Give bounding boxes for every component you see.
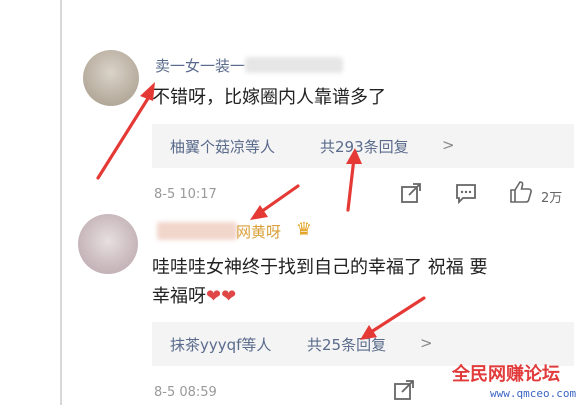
watermark-title: 全民网赚论坛 [452, 364, 560, 385]
arrow-2 [346, 156, 356, 212]
watermark-url: www.qmceo.com [490, 387, 577, 400]
annotation-arrows [96, 82, 426, 340]
arrow-1 [96, 90, 154, 180]
arrow-3 [256, 184, 300, 216]
arrow-4 [366, 296, 426, 336]
comment-screenshot: 卖一女一装一 不错呀，比嫁圈内人靠谱多了 柚翼个菇凉等人 共293条回复 > 8… [0, 0, 585, 405]
